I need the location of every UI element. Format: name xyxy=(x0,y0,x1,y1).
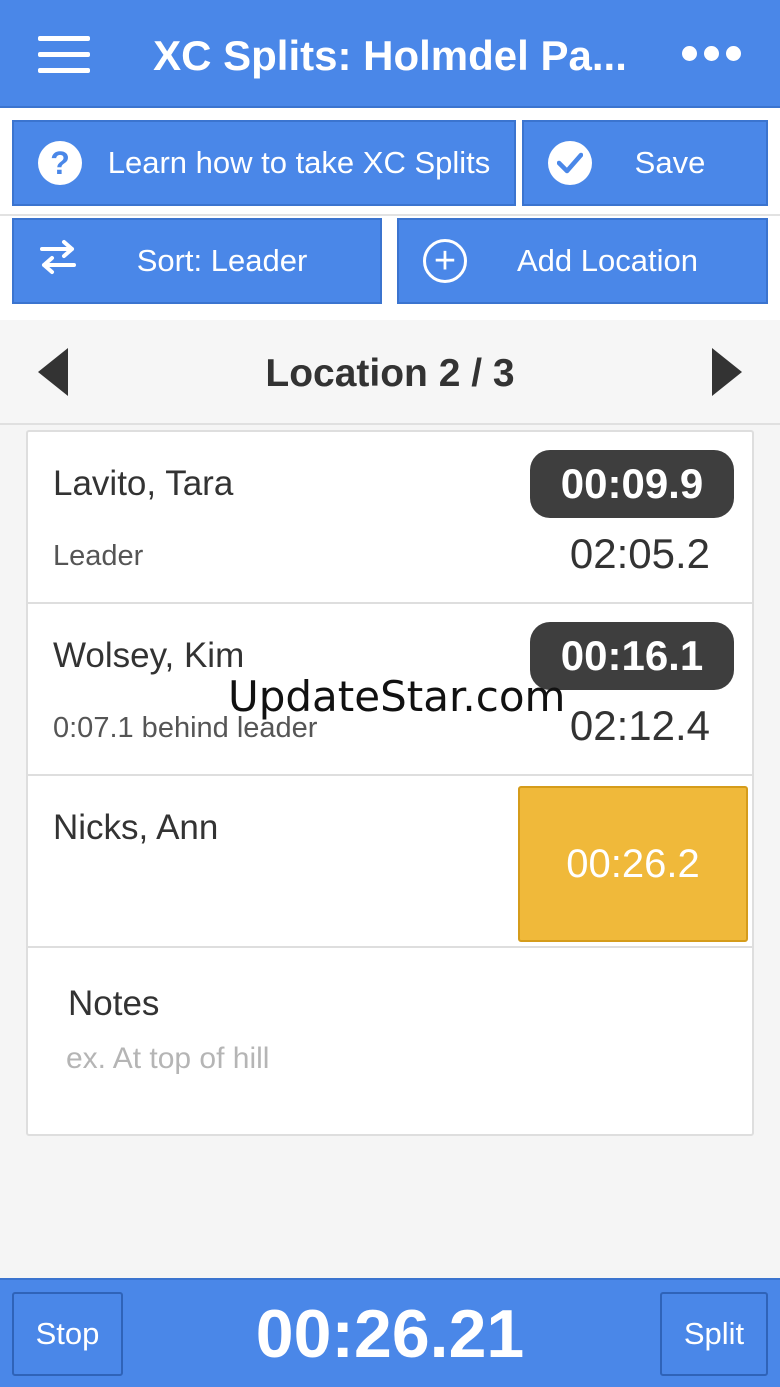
sort-button[interactable]: Sort: Leader xyxy=(12,218,382,304)
race-timer: 00:26.21 xyxy=(255,1296,525,1372)
more-options-icon[interactable] xyxy=(682,46,741,61)
save-button[interactable]: Save xyxy=(522,120,768,206)
page-title: XC Splits: Holmdel Pa... xyxy=(153,32,627,79)
sort-button-label: Sort: Leader xyxy=(136,243,308,278)
toolbar-row-1: ? Learn how to take XC Splits Save xyxy=(0,108,780,216)
watermark: UpdateStar.com xyxy=(228,672,566,721)
add-location-button-label: Add Location xyxy=(517,243,698,278)
runner-name: Lavito, Tara xyxy=(53,464,234,503)
total-time: 02:12.4 xyxy=(569,702,710,749)
runner-name: Wolsey, Kim xyxy=(53,636,245,675)
learn-button-label: Learn how to take XC Splits xyxy=(107,145,491,180)
runner-row[interactable]: Lavito, Tara Leader 00:09.9 02:05.2 xyxy=(28,432,752,604)
timer-footer: Stop 00:26.21 Split xyxy=(0,1278,780,1387)
location-title: Location 2 / 3 xyxy=(265,352,515,395)
split-time-badge: 00:09.9 xyxy=(530,450,734,518)
runner-name: Nicks, Ann xyxy=(53,808,219,847)
notes-input[interactable] xyxy=(66,1034,706,1084)
question-icon: ? xyxy=(38,141,82,185)
runner-list: Lavito, Tara Leader 00:09.9 02:05.2 Wols… xyxy=(26,430,754,1136)
app-header: XC Splits: Holmdel Pa... xyxy=(0,0,780,108)
next-location-icon[interactable] xyxy=(712,348,742,396)
stop-button[interactable]: Stop xyxy=(12,1292,123,1376)
split-button[interactable]: Split xyxy=(660,1292,768,1376)
add-location-button[interactable]: + Add Location xyxy=(397,218,768,304)
toolbar-row-2: Sort: Leader + Add Location xyxy=(0,216,780,320)
runner-row: Nicks, Ann 00:26.2 xyxy=(28,776,752,948)
hamburger-menu-icon[interactable] xyxy=(38,36,90,74)
runner-status: Leader xyxy=(53,540,144,572)
total-time: 02:05.2 xyxy=(569,530,710,577)
save-button-label: Save xyxy=(634,145,706,180)
previous-location-icon[interactable] xyxy=(38,348,68,396)
location-navigator: Location 2 / 3 xyxy=(0,320,780,425)
record-split-button[interactable]: 00:26.2 xyxy=(518,786,748,942)
learn-button[interactable]: ? Learn how to take XC Splits xyxy=(12,120,516,206)
notes-label: Notes xyxy=(68,984,160,1023)
